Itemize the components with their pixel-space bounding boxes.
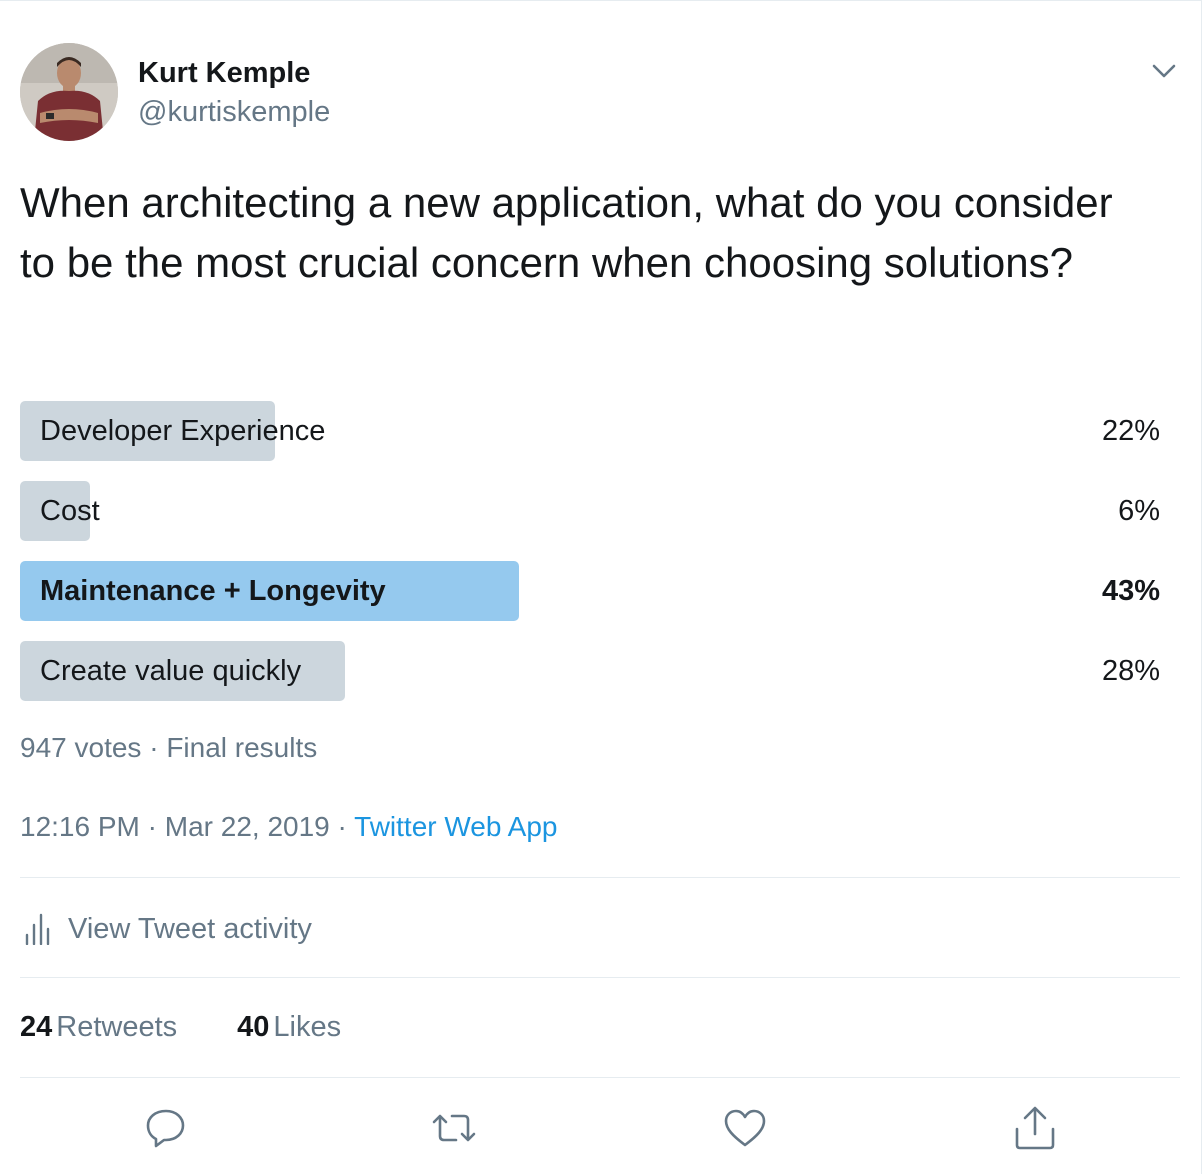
retweet-icon (432, 1114, 476, 1142)
tweet-date[interactable]: Mar 22, 2019 (165, 811, 330, 842)
poll-option-label: Developer Experience (40, 415, 326, 447)
separator: · (149, 732, 159, 763)
author-handle[interactable]: @kurtiskemple (138, 96, 330, 129)
poll-votes: 947 votes (20, 732, 142, 763)
separator: · (337, 811, 347, 842)
share-icon (1015, 1106, 1055, 1150)
poll-option-percent: 22% (1101, 415, 1160, 447)
poll-summary: 947 votes · Final results (20, 732, 317, 764)
retweets-label: Retweets (56, 1011, 178, 1043)
tweet-stats: 24 Retweets 40 Likes (20, 1011, 401, 1044)
retweet-button[interactable] (430, 1105, 478, 1151)
share-button[interactable] (1011, 1105, 1059, 1151)
poll-option: Maintenance + Longevity 43% (20, 561, 1160, 621)
likes-label: Likes (273, 1011, 342, 1043)
divider (20, 1077, 1180, 1078)
poll-option-percent: 43% (1101, 575, 1160, 607)
view-tweet-activity-label: View Tweet activity (68, 912, 312, 945)
divider (20, 877, 1180, 878)
poll: Developer Experience 22% Cost 6% Mainten… (20, 401, 1160, 721)
retweets-stat[interactable]: 24 Retweets (20, 1011, 177, 1044)
like-icon (724, 1109, 766, 1147)
view-tweet-activity-link[interactable]: View Tweet activity (24, 909, 312, 949)
likes-stat[interactable]: 40 Likes (237, 1011, 341, 1044)
tweet-time[interactable]: 12:16 PM (20, 811, 140, 842)
tweet-card: Kurt Kemple @kurtiskemple When architect… (0, 0, 1202, 1174)
author-name[interactable]: Kurt Kemple (138, 57, 310, 90)
tweet-text: When architecting a new application, wha… (20, 179, 1113, 286)
like-button[interactable] (721, 1105, 769, 1151)
avatar-image (20, 43, 118, 141)
retweets-count: 24 (20, 1011, 53, 1043)
poll-status: Final results (166, 732, 318, 763)
poll-option-percent: 28% (1101, 655, 1160, 687)
poll-option: Create value quickly 28% (20, 641, 1160, 701)
likes-count: 40 (237, 1011, 270, 1043)
reply-button[interactable] (142, 1105, 190, 1151)
divider (20, 977, 1180, 978)
chevron-down-icon (1152, 64, 1176, 78)
poll-option-label: Maintenance + Longevity (40, 575, 386, 607)
avatar[interactable] (20, 43, 118, 141)
poll-option-label: Cost (40, 495, 100, 527)
poll-option: Cost 6% (20, 481, 1160, 541)
tweet-source-link[interactable]: Twitter Web App (354, 811, 557, 842)
poll-option-label: Create value quickly (40, 655, 302, 687)
reply-icon (146, 1109, 185, 1148)
poll-option: Developer Experience 22% (20, 401, 1160, 461)
more-options-button[interactable] (1148, 57, 1180, 85)
poll-option-percent: 6% (1118, 495, 1160, 527)
bar-chart-icon (25, 913, 50, 945)
separator: · (147, 811, 157, 842)
tweet-metadata: 12:16 PM · Mar 22, 2019 · Twitter Web Ap… (20, 811, 558, 843)
